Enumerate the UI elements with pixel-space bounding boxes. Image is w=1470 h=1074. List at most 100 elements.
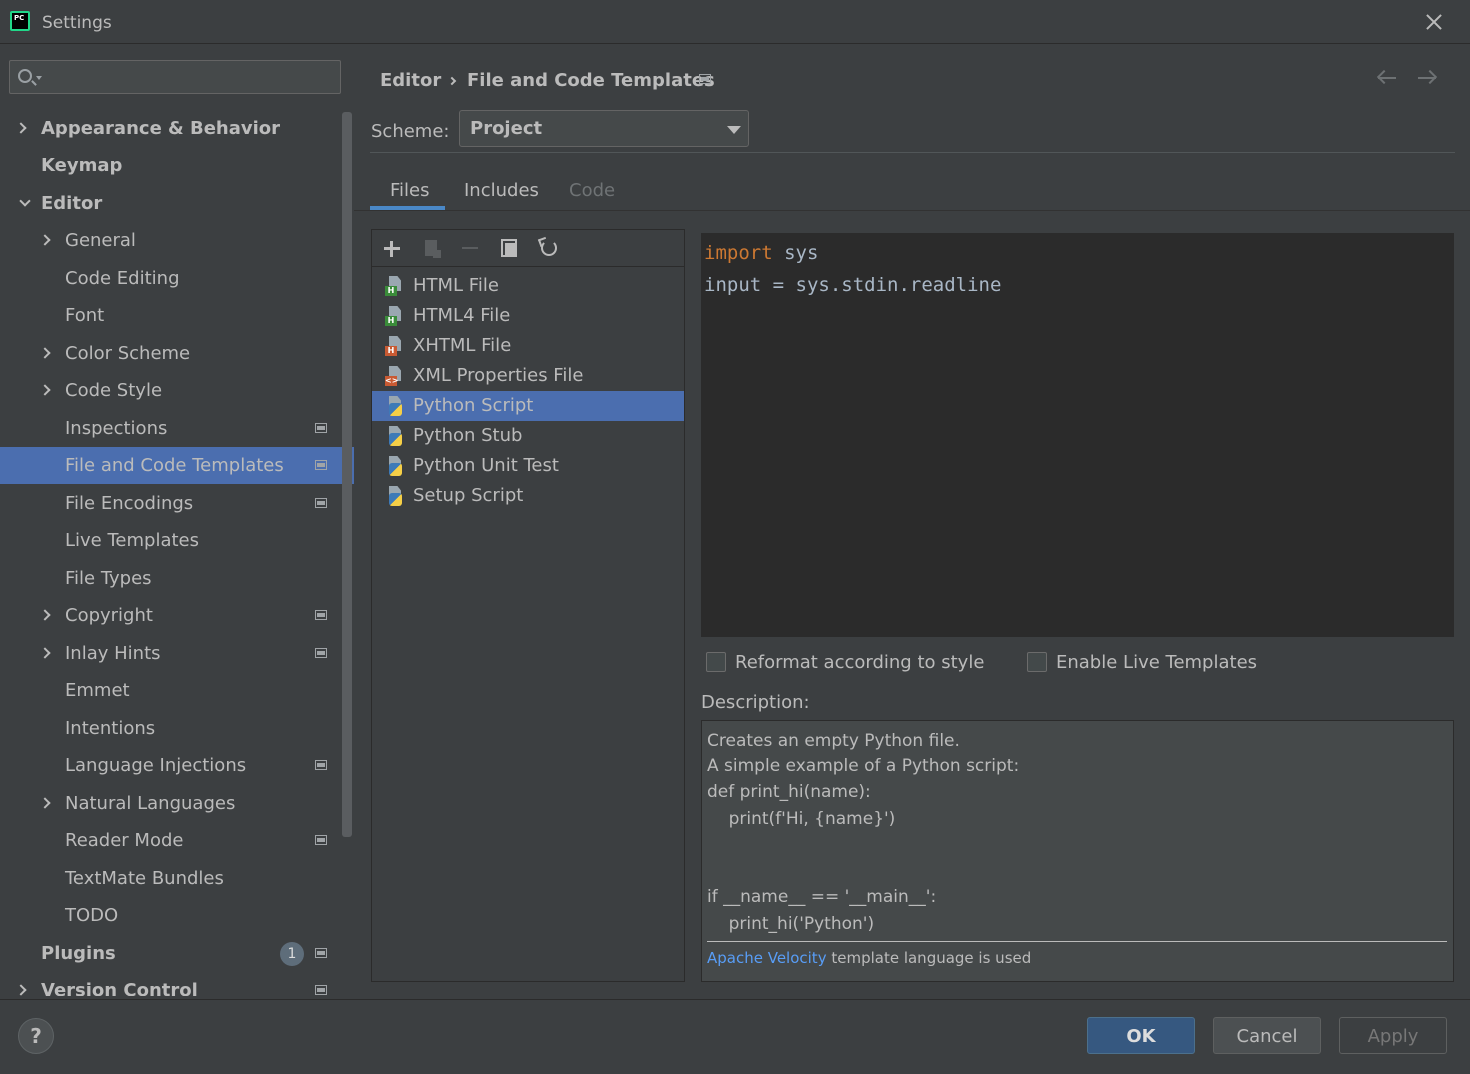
chevron-right-icon[interactable] (39, 384, 51, 396)
template-item-html4-file[interactable]: H HTML4 File (372, 301, 684, 331)
dialog-footer: ? OK Cancel Apply (0, 999, 1470, 1074)
description-line: print_hi('Python') (707, 914, 875, 934)
reformat-checkbox[interactable] (706, 652, 726, 672)
copy-icon[interactable] (499, 238, 519, 258)
project-scope-icon (315, 835, 327, 845)
project-scope-icon (315, 610, 327, 620)
sidebar-item-label: Inspections (65, 418, 168, 439)
description-panel: Creates an empty Python file. A simple e… (701, 720, 1454, 982)
sidebar-item-general[interactable]: General (0, 222, 354, 259)
back-arrow-icon[interactable] (1376, 68, 1400, 88)
remove-icon[interactable] (460, 238, 480, 258)
add-icon[interactable] (382, 238, 402, 258)
template-name: Python Script (413, 395, 534, 416)
settings-main-panel: Editor File and Code Templates Scheme: P… (354, 44, 1470, 999)
chevron-right-icon[interactable] (15, 122, 27, 134)
tab-includes[interactable]: Includes (464, 180, 539, 201)
template-item-xml-properties-file[interactable]: <> XML Properties File (372, 361, 684, 391)
sidebar-item-natural-languages[interactable]: Natural Languages (0, 785, 354, 822)
chevron-right-icon[interactable] (39, 609, 51, 621)
sidebar-item-code-editing[interactable]: Code Editing (0, 260, 354, 297)
description-line: def print_hi(name): (707, 782, 871, 802)
sidebar-item-keymap[interactable]: Keymap (0, 147, 354, 184)
sidebar-item-textmate-bundles[interactable]: TextMate Bundles (0, 860, 354, 897)
tab-files[interactable]: Files (390, 180, 430, 201)
sidebar-item-label: Editor (41, 193, 103, 214)
project-scope-icon (315, 948, 327, 958)
search-history-dropdown-icon[interactable] (36, 76, 42, 80)
sidebar-item-reader-mode[interactable]: Reader Mode (0, 822, 354, 859)
sidebar-item-plugins[interactable]: Plugins 1 (0, 935, 354, 972)
template-name: XHTML File (413, 335, 512, 356)
reset-icon[interactable] (541, 240, 557, 256)
sidebar-item-inlay-hints[interactable]: Inlay Hints (0, 635, 354, 672)
breadcrumb-editor[interactable]: Editor (380, 70, 441, 91)
live-templates-label[interactable]: Enable Live Templates (1056, 652, 1257, 673)
help-button[interactable]: ? (18, 1018, 54, 1054)
live-templates-checkbox[interactable] (1027, 652, 1047, 672)
chevron-down-icon[interactable] (19, 195, 31, 207)
template-item-xhtml-file[interactable]: H XHTML File (372, 331, 684, 361)
html-file-icon: H (385, 306, 405, 326)
sidebar-item-live-templates[interactable]: Live Templates (0, 522, 354, 559)
sidebar-item-font[interactable]: Font (0, 297, 354, 334)
sidebar-item-editor[interactable]: Editor (0, 185, 354, 222)
python-file-icon (385, 456, 405, 476)
sidebar-item-label: Copyright (65, 605, 153, 626)
chevron-right-icon[interactable] (15, 984, 27, 996)
sidebar-item-label: File and Code Templates (65, 455, 284, 476)
apache-velocity-link[interactable]: Apache Velocity (707, 949, 827, 967)
sidebar-item-label: Reader Mode (65, 830, 184, 851)
cancel-button[interactable]: Cancel (1213, 1017, 1321, 1054)
sidebar-item-label: Color Scheme (65, 343, 191, 364)
chevron-right-icon[interactable] (39, 647, 51, 659)
project-scope-icon (315, 760, 327, 770)
project-scope-icon (315, 985, 327, 995)
sidebar-item-language-injections[interactable]: Language Injections (0, 747, 354, 784)
description-line: A simple example of a Python script: (707, 756, 1020, 776)
sidebar-item-todo[interactable]: TODO (0, 897, 354, 934)
template-item-html-file[interactable]: H HTML File (372, 271, 684, 301)
page-title: File and Code Templates (467, 70, 715, 91)
template-item-python-stub[interactable]: Python Stub (372, 421, 684, 451)
sidebar-item-code-style[interactable]: Code Style (0, 372, 354, 409)
python-file-icon (385, 426, 405, 446)
project-scope-icon (315, 423, 327, 433)
sidebar-item-inspections[interactable]: Inspections (0, 410, 354, 447)
template-item-python-script[interactable]: Python Script (372, 391, 684, 421)
search-input[interactable] (9, 60, 341, 94)
sidebar-item-label: Font (65, 305, 105, 326)
xml-file-icon: <> (385, 366, 405, 386)
sidebar-item-file-encodings[interactable]: File Encodings (0, 485, 354, 522)
chevron-right-icon[interactable] (39, 234, 51, 246)
template-code-editor[interactable]: import sys input = sys.stdin.readline (701, 233, 1454, 637)
sidebar-item-emmet[interactable]: Emmet (0, 672, 354, 709)
create-child-template-icon[interactable] (422, 238, 442, 258)
sidebar-item-intentions[interactable]: Intentions (0, 710, 354, 747)
scheme-dropdown[interactable]: Project (459, 110, 749, 147)
html-file-icon: H (385, 276, 405, 296)
chevron-right-icon[interactable] (39, 347, 51, 359)
xhtml-file-icon: H (385, 336, 405, 356)
sidebar-scrollbar[interactable] (342, 112, 352, 837)
close-icon[interactable] (1422, 10, 1446, 34)
template-item-python-unit-test[interactable]: Python Unit Test (372, 451, 684, 481)
sidebar-item-copyright[interactable]: Copyright (0, 597, 354, 634)
sidebar-item-color-scheme[interactable]: Color Scheme (0, 335, 354, 372)
sidebar-item-appearance-behavior[interactable]: Appearance & Behavior (0, 110, 354, 147)
sidebar-item-file-and-code-templates[interactable]: File and Code Templates (0, 447, 354, 484)
reformat-label[interactable]: Reformat according to style (735, 652, 984, 673)
sidebar-item-version-control[interactable]: Version Control (0, 972, 354, 996)
template-item-setup-script[interactable]: Setup Script (372, 481, 684, 511)
tab-code[interactable]: Code (569, 180, 615, 201)
sidebar-item-file-types[interactable]: File Types (0, 560, 354, 597)
sidebar-item-label: Natural Languages (65, 793, 236, 814)
template-name: HTML4 File (413, 305, 511, 326)
template-name: XML Properties File (413, 365, 584, 386)
forward-arrow-icon[interactable] (1416, 68, 1440, 88)
ok-button[interactable]: OK (1087, 1017, 1195, 1054)
sidebar-item-label: Inlay Hints (65, 643, 161, 664)
sidebar-item-label: TODO (65, 905, 119, 926)
apply-button[interactable]: Apply (1339, 1017, 1447, 1054)
chevron-right-icon[interactable] (39, 797, 51, 809)
